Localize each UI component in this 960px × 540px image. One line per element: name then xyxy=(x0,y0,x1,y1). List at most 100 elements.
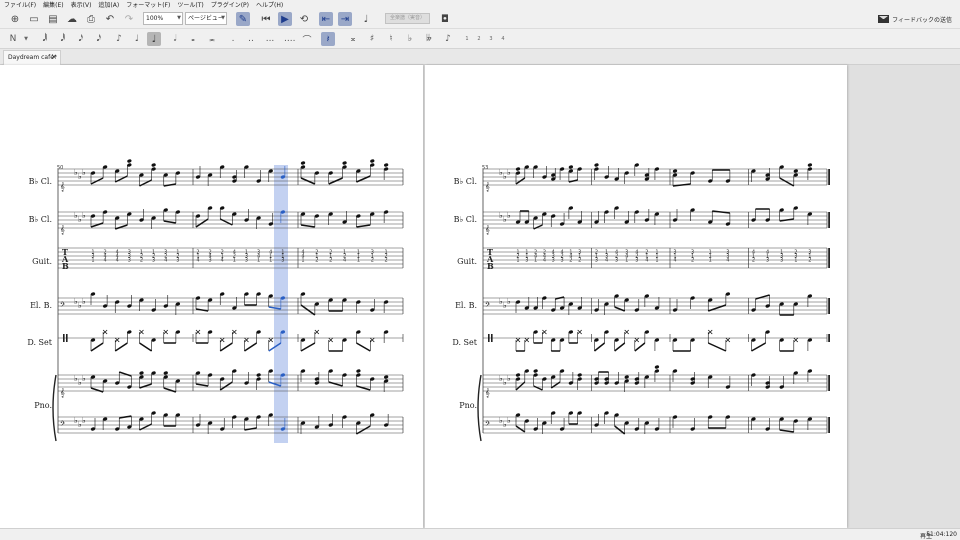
p1-treble-clef-1: 𝄞 xyxy=(60,225,65,234)
p1-tab-fret-2-1-3: 2 xyxy=(315,258,318,264)
open-folder-icon[interactable]: ▭ xyxy=(27,12,41,26)
voice-4-button[interactable]: 4 xyxy=(498,32,508,46)
loop-out-icon[interactable]: ⇥ xyxy=(338,12,352,26)
redo-icon[interactable]: ↷ xyxy=(122,12,136,26)
duration-quarter-icon[interactable]: ♩ xyxy=(132,32,142,46)
p1-beam xyxy=(195,383,209,387)
undo-icon[interactable]: ↶ xyxy=(103,12,117,26)
p1-tab-fret-2-0-3: 1 xyxy=(301,258,304,264)
voice-1-button[interactable]: 1 xyxy=(462,32,472,46)
p1-cymbal-notehead xyxy=(163,329,169,335)
loop-icon[interactable]: ⟲ xyxy=(297,12,311,26)
p1-tab-fret-2-6-3: 2 xyxy=(385,258,388,264)
tie-icon[interactable]: ⌒ xyxy=(302,32,312,46)
main-toolbar: ⊕ ▭ ▤ ☁ ⎙ ↶ ↷ 100% ▼ ページビュー ▼ ✎ ⏮ ▶ ⟲ ⇤ ⇥ … xyxy=(0,9,960,29)
save-icon[interactable]: ▤ xyxy=(46,12,60,26)
score-page-2: B♭ Cl. B♭ Cl. Guit. El. B. D. Set Pno. 53 𝄞 ♭ ♭ ♭ 𝄞… xyxy=(425,65,847,528)
concert-pitch-button[interactable]: 全楽譜（実音） xyxy=(385,13,430,24)
p2-bass-clef-3: 𝄢 xyxy=(485,301,490,310)
p2-beam xyxy=(634,342,646,352)
p1-beam xyxy=(356,342,371,352)
menu-item-4[interactable]: フォーマット(F) xyxy=(126,0,170,9)
cloud-upload-icon[interactable]: ☁ xyxy=(65,12,79,26)
p2-chord-notehead xyxy=(807,163,813,167)
image-capture-icon[interactable]: ◘ xyxy=(438,12,452,26)
play-icon[interactable]: ▶ xyxy=(278,12,292,26)
menu-item-1[interactable]: 編集(E) xyxy=(43,0,63,9)
double-sharp-icon[interactable]: 𝄪 xyxy=(348,32,358,46)
p2-instrument-label-0: B♭ Cl. xyxy=(454,177,477,186)
metronome-icon[interactable]: ♩ xyxy=(359,12,373,26)
p1-chord-notehead xyxy=(151,163,156,167)
p2-tab-fret-0-3-3: 4 xyxy=(543,258,546,264)
duration-32nd-icon[interactable]: 𝅘𝅥𝅱 xyxy=(58,32,68,46)
p2-key-flat-1-2: ♭ xyxy=(507,211,511,220)
zoom-select[interactable]: 100% ▼ xyxy=(143,12,183,25)
new-score-icon[interactable]: ⊕ xyxy=(8,12,22,26)
menu-item-5[interactable]: ツール(T) xyxy=(177,0,203,9)
loop-in-icon[interactable]: ⇤ xyxy=(319,12,333,26)
p1-perc-clef-b xyxy=(66,334,68,342)
menu-item-7[interactable]: ヘルプ(H) xyxy=(256,0,283,9)
p2-chord-notehead xyxy=(515,373,521,377)
score-tab[interactable]: Daydream café* × xyxy=(3,50,61,65)
feedback-button[interactable]: フィードバックの送信 xyxy=(878,13,952,25)
dot-icon[interactable]: . xyxy=(228,32,238,46)
score-tab-bar: Daydream café* × xyxy=(0,49,960,65)
p2-instrument-label-5: Pno. xyxy=(459,401,477,410)
p1-beam xyxy=(90,222,104,228)
sharp-icon[interactable]: ♯ xyxy=(367,32,377,46)
rewind-icon[interactable]: ⏮ xyxy=(259,12,273,26)
p1-tab-fret-1-6-3: 1 xyxy=(269,258,272,264)
duration-eighth-icon[interactable]: ♪ xyxy=(114,32,124,46)
score-canvas[interactable]: B♭ Cl. B♭ Cl. Guit. El. B. D. Set Pno. 50 𝄞 ♭ ♭ ♭ 𝄞… xyxy=(0,65,960,528)
p2-cymbal-notehead xyxy=(515,337,521,343)
duration-64th-icon[interactable]: 𝅘𝅥𝅲 xyxy=(40,32,50,46)
note-input-mode-icon[interactable]: N xyxy=(8,32,18,46)
p1-tab-letter-2: B xyxy=(62,261,69,271)
p2-perc-clef-a xyxy=(488,334,490,342)
zoom-value: 100% xyxy=(146,15,164,22)
p1-key-flat-1-2: ♭ xyxy=(82,211,86,220)
double-dot-icon[interactable]: .. xyxy=(246,32,256,46)
close-icon[interactable]: × xyxy=(51,51,57,64)
p1-beam xyxy=(244,342,258,352)
duration-quarter-selected-icon[interactable]: ♩ xyxy=(147,32,161,46)
voice-2-button[interactable]: 2 xyxy=(474,32,484,46)
menu-item-6[interactable]: プラグイン(P) xyxy=(211,0,249,9)
duration-breve-icon[interactable]: 𝅜 xyxy=(207,32,217,46)
flip-direction-icon[interactable]: ♪ xyxy=(443,32,453,46)
voice-3-button[interactable]: 3 xyxy=(486,32,496,46)
note-input-mode-icon[interactable]: ✎ xyxy=(236,12,250,26)
p1-bass-clef-6: 𝄢 xyxy=(60,420,65,429)
menu-item-2[interactable]: 表示(V) xyxy=(71,0,92,9)
print-icon[interactable]: ⎙ xyxy=(84,12,98,26)
natural-icon[interactable]: ♮ xyxy=(386,32,396,46)
p1-treble-clef-5: 𝄞 xyxy=(60,388,65,397)
p1-key-flat-3-2: ♭ xyxy=(82,297,86,306)
rest-icon[interactable]: 𝄽 xyxy=(321,32,335,46)
p1-cymbal-notehead xyxy=(139,329,144,335)
p1-beam xyxy=(163,183,176,187)
chevron-down-icon[interactable]: ▼ xyxy=(21,32,31,46)
menu-item-3[interactable]: 追加(A) xyxy=(98,0,119,9)
p1-chord-notehead xyxy=(356,369,361,373)
triple-dot-icon[interactable]: ... xyxy=(265,32,275,46)
menu-item-0[interactable]: ファイル(F) xyxy=(4,0,36,9)
quadruple-dot-icon[interactable]: .... xyxy=(284,32,295,46)
p1-tab-fret-1-5-3: 1 xyxy=(257,258,260,264)
double-flat-icon[interactable]: 𝄫 xyxy=(424,32,434,46)
duration-16th-alt-icon[interactable]: 𝅘𝅥𝅯 xyxy=(94,32,104,46)
p1-cymbal-notehead xyxy=(370,337,375,343)
duration-half-icon[interactable]: 𝅗𝅥 xyxy=(170,32,180,46)
duration-16th-icon[interactable]: 𝅘𝅥𝅯 xyxy=(76,32,86,46)
feedback-label: フィードバックの送信 xyxy=(892,16,952,24)
p1-tab-fret-0-3-3: 3 xyxy=(128,258,131,264)
flat-icon[interactable]: ♭ xyxy=(405,32,415,46)
view-mode-select[interactable]: ページビュー ▼ xyxy=(185,12,227,25)
p2-chord-notehead xyxy=(624,375,629,379)
p2-chord-notehead xyxy=(793,169,798,173)
p2-beam xyxy=(751,342,766,352)
duration-whole-icon[interactable]: 𝅝 xyxy=(188,32,198,46)
p2-cymbal-notehead xyxy=(577,329,582,335)
